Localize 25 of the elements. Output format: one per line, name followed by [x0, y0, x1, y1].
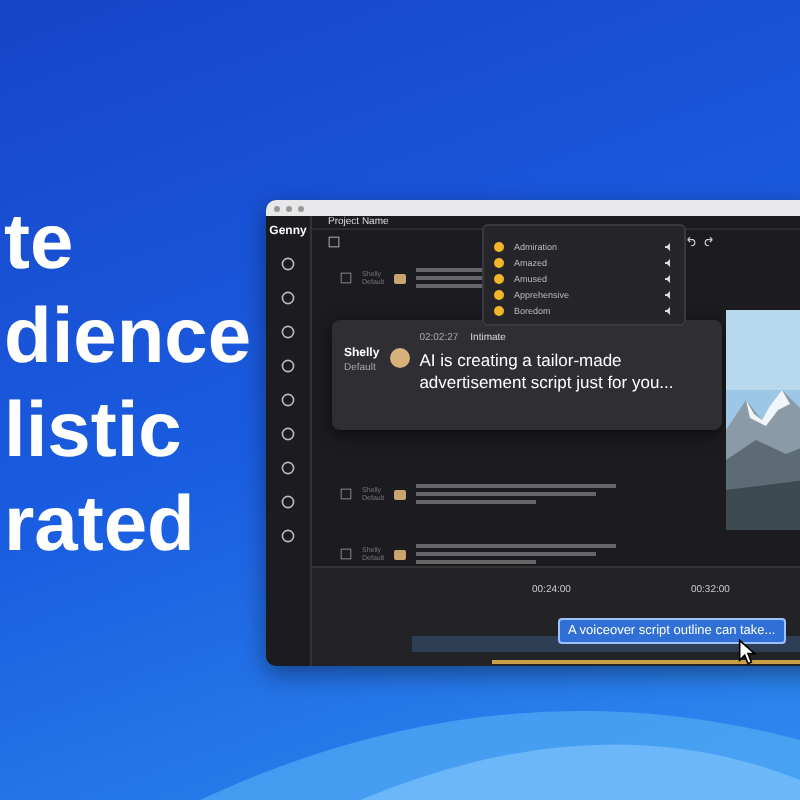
sidebar-icon[interactable] [280, 460, 296, 476]
sidebar-icon[interactable] [280, 392, 296, 408]
avatar-icon [389, 348, 410, 368]
script-text: AI is creating a tailor-made advertisement script just for you... [419, 350, 676, 394]
cursor-icon [738, 638, 758, 666]
checkbox-icon[interactable] [340, 272, 352, 284]
checkbox-icon[interactable] [340, 548, 352, 560]
sidebar-icon[interactable] [280, 528, 296, 544]
avatar-icon [394, 549, 407, 559]
headline-text: dience [4, 294, 252, 382]
headline-text: rated [4, 482, 197, 570]
redo-icon[interactable] [704, 236, 716, 248]
checkbox-icon[interactable] [340, 488, 352, 500]
headline-text: te [4, 200, 76, 288]
undo-icon[interactable] [684, 236, 696, 248]
avatar-icon [394, 489, 407, 499]
sidebar-icon[interactable] [280, 426, 296, 442]
sidebar-icon[interactable] [280, 290, 296, 306]
sidebar-icon[interactable] [280, 494, 296, 510]
checkbox-icon[interactable] [328, 236, 340, 248]
sidebar-icon[interactable] [280, 256, 296, 272]
headline-text: listic [4, 388, 184, 476]
avatar-icon [394, 273, 407, 283]
sidebar-icon[interactable] [280, 358, 296, 374]
sidebar-icon[interactable] [280, 324, 296, 340]
